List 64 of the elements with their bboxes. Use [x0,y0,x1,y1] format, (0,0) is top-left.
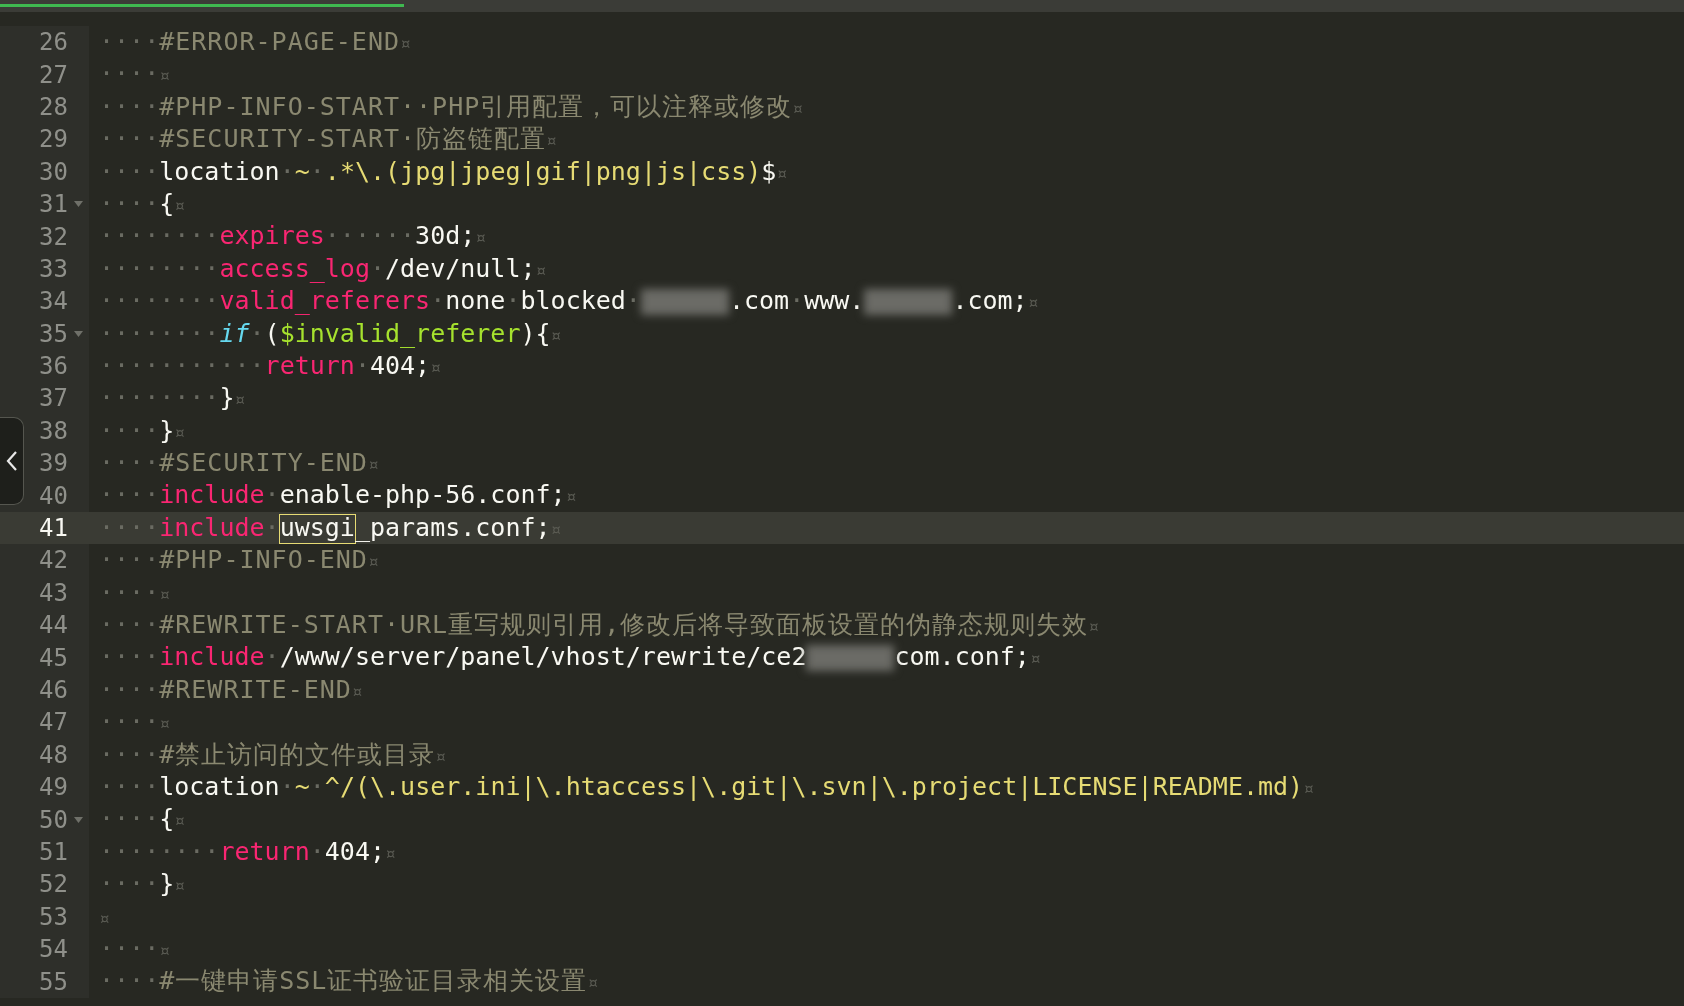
line-number: 51 [38,837,68,866]
code-line: ····include·/www/server/panel/vhost/rewrite/ce2 com.conf;¤ [98,641,1042,674]
code-line: ········return·404;¤ [98,835,397,868]
line-number: 36 [38,352,68,381]
collapse-panel-button[interactable] [0,417,24,505]
code-line: ···········return·404;¤ [98,349,442,382]
line-number: 27 [38,60,68,89]
code-line: ····#REWRITE-END¤ [98,673,364,706]
line-number: 32 [38,222,68,251]
line-number: 34 [38,287,68,316]
line-number: 54 [38,935,68,964]
line-number: 44 [38,611,68,640]
code-line: ····#PHP-INFO-START··PHP引用配置，可以注释或修改¤ [98,90,805,123]
code-line: ····#PHP-INFO-END¤ [98,544,380,577]
line-number: 53 [38,902,68,931]
line-number: 30 [38,157,68,186]
line-number: 35 [38,319,68,348]
code-line: ········if·($invalid_referer){¤ [98,317,563,350]
line-number: 29 [38,125,68,154]
line-number: 46 [38,676,68,704]
code-line: ····location·~·.*\.(jpg|jpeg|gif|png|js|css)$¤ [98,155,789,188]
line-number: 33 [38,254,68,283]
code-line: ····}¤ [98,868,187,901]
line-number: 43 [38,578,68,607]
code-line: ····#SECURITY-START·防盗链配置¤ [98,123,558,156]
code-line: ········valid_referers·none·blocked· .com·www. .com;¤ [98,285,1040,318]
code-line: ····}¤ [98,414,187,447]
code-line: ¤ [98,906,111,931]
code-line: ····¤ [98,706,172,739]
line-number: 37 [38,384,68,413]
code-line: ····¤ [98,932,172,965]
code-line: ····#禁止访问的文件或目录¤ [98,738,448,771]
code-line: ····location·~·^/(\.user.ini|\.htaccess|\.git|\.svn|\.project|LICENSE|README.md)¤ [98,771,1315,803]
line-number: 26 [38,28,68,57]
code-line: ····¤ [98,58,172,91]
fold-arrow-icon[interactable] [74,330,83,337]
code-line: ····{¤ [98,187,187,220]
line-number: 52 [38,870,68,899]
line-number: 42 [38,546,68,575]
code-line: ········access_log·/dev/null;¤ [98,252,548,285]
line-number: 45 [38,643,68,672]
line-number: 47 [38,708,68,737]
line-number: 31 [38,190,68,219]
line-number: 48 [38,740,68,769]
code-line: ····#一键申请SSL证书验证目录相关设置¤ [98,965,600,998]
line-number: 28 [38,92,68,121]
chevron-left-icon [5,450,18,472]
code-line: ····¤ [98,576,172,609]
code-line: ····{¤ [98,803,187,836]
line-number: 49 [38,773,68,802]
line-number: 40 [38,481,68,510]
line-number: 41 [38,514,68,543]
code-line: ····#ERROR-PAGE-END¤ [98,26,412,58]
fold-arrow-icon[interactable] [74,201,83,208]
code-line: ····#REWRITE-START·URL重写规则引用,修改后将导致面板设置的伪静态规则失效¤ [98,609,1101,642]
code-line: ········expires······30d;¤ [98,220,488,253]
code-line: ········}¤ [98,382,247,415]
line-number: 50 [38,805,68,834]
code-line: ····include·enable-php-56.conf;¤ [98,479,578,512]
line-number: 38 [38,416,68,445]
fold-arrow-icon[interactable] [74,816,83,823]
line-number: 39 [38,449,68,478]
line-number: 55 [38,967,68,996]
code-line: ····#SECURITY-END¤ [98,447,380,480]
